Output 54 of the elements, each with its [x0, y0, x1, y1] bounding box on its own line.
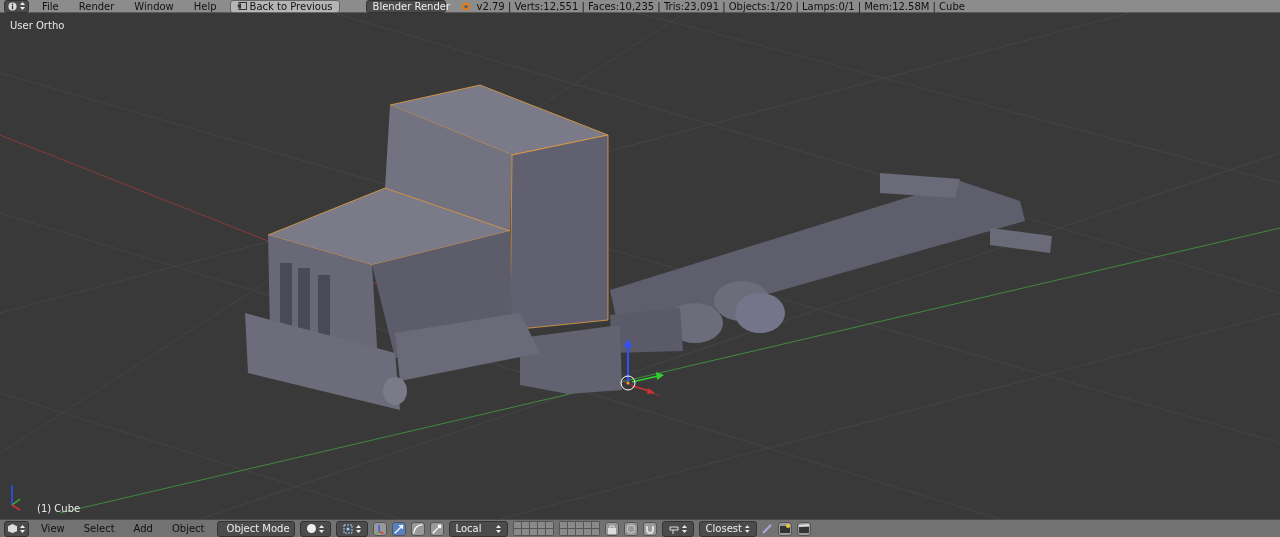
menu-item[interactable]: View	[34, 523, 72, 534]
pivot-dropdown[interactable]	[335, 520, 368, 537]
clapperboard-icon	[798, 524, 809, 533]
lock-layers-button[interactable]	[604, 521, 619, 536]
updown-arrows-icon	[495, 524, 501, 533]
menu-item[interactable]: Select	[76, 523, 122, 534]
manipulator-toggle[interactable]	[429, 521, 444, 536]
transform-gizmo-drawing	[620, 339, 664, 394]
updown-arrows-icon	[744, 524, 750, 533]
updown-arrows-icon	[681, 524, 687, 533]
lock-icon	[606, 523, 617, 534]
blender-logo-icon	[459, 1, 471, 11]
render-animation-button[interactable]	[796, 521, 811, 536]
magnet-icon	[644, 523, 655, 534]
cube-icon	[8, 524, 17, 533]
mode-dropdown[interactable]: Object Mode	[216, 520, 295, 537]
scene-statistics: v2.79 | Verts:12,551 | Faces:10,235 | Tris:23,091 | Objects:1/20 | Lamps:0/1 | Mem:12.58M | Cube	[476, 0, 965, 12]
proportional-edit-button[interactable]	[623, 521, 638, 536]
manipulator-toggle[interactable]	[391, 521, 406, 536]
snap-element-dropdown[interactable]	[661, 520, 694, 537]
view-label: User Ortho	[10, 20, 65, 31]
menu-item[interactable]: File	[35, 0, 66, 12]
camera-icon	[779, 524, 790, 533]
sphere-icon	[306, 524, 316, 533]
back-to-previous-button[interactable]: Back to Previous	[229, 0, 340, 13]
pivot-icon	[342, 523, 353, 534]
menu-item[interactable]: Help	[186, 0, 224, 12]
menu-item[interactable]: Add	[126, 523, 160, 534]
orientation-dropdown[interactable]: Local	[448, 520, 508, 537]
menu-item[interactable]: Window	[127, 0, 181, 12]
updown-arrows-icon	[20, 2, 25, 10]
updown-arrows-icon	[318, 524, 324, 533]
axis-orientation-icon	[11, 484, 21, 511]
info-icon	[8, 1, 17, 11]
render-image-button[interactable]	[777, 521, 792, 536]
shading-dropdown[interactable]	[299, 520, 331, 537]
menu-item[interactable]: Render	[71, 0, 122, 12]
rotate-manipulator-icon	[411, 522, 424, 535]
translate-manipulator-icon	[392, 522, 405, 535]
active-object-label: (1) Cube	[37, 503, 81, 514]
snap-button[interactable]	[642, 521, 657, 536]
snap-element-icon	[668, 523, 679, 534]
scale-manipulator-icon	[430, 522, 443, 535]
back-screen-icon	[236, 2, 247, 10]
editor-type-button[interactable]	[4, 520, 29, 537]
menu-item[interactable]: Object	[164, 523, 212, 534]
axes-manipulator-icon	[373, 522, 386, 535]
manipulator-toggle[interactable]	[372, 521, 387, 536]
updown-arrows-icon	[20, 524, 25, 533]
circle-icon	[625, 523, 636, 534]
manipulator-toggle[interactable]	[410, 521, 425, 536]
snap-target-dropdown[interactable]: Closest	[698, 520, 757, 537]
updown-arrows-icon	[355, 524, 361, 533]
editor-type-button[interactable]	[4, 0, 29, 13]
